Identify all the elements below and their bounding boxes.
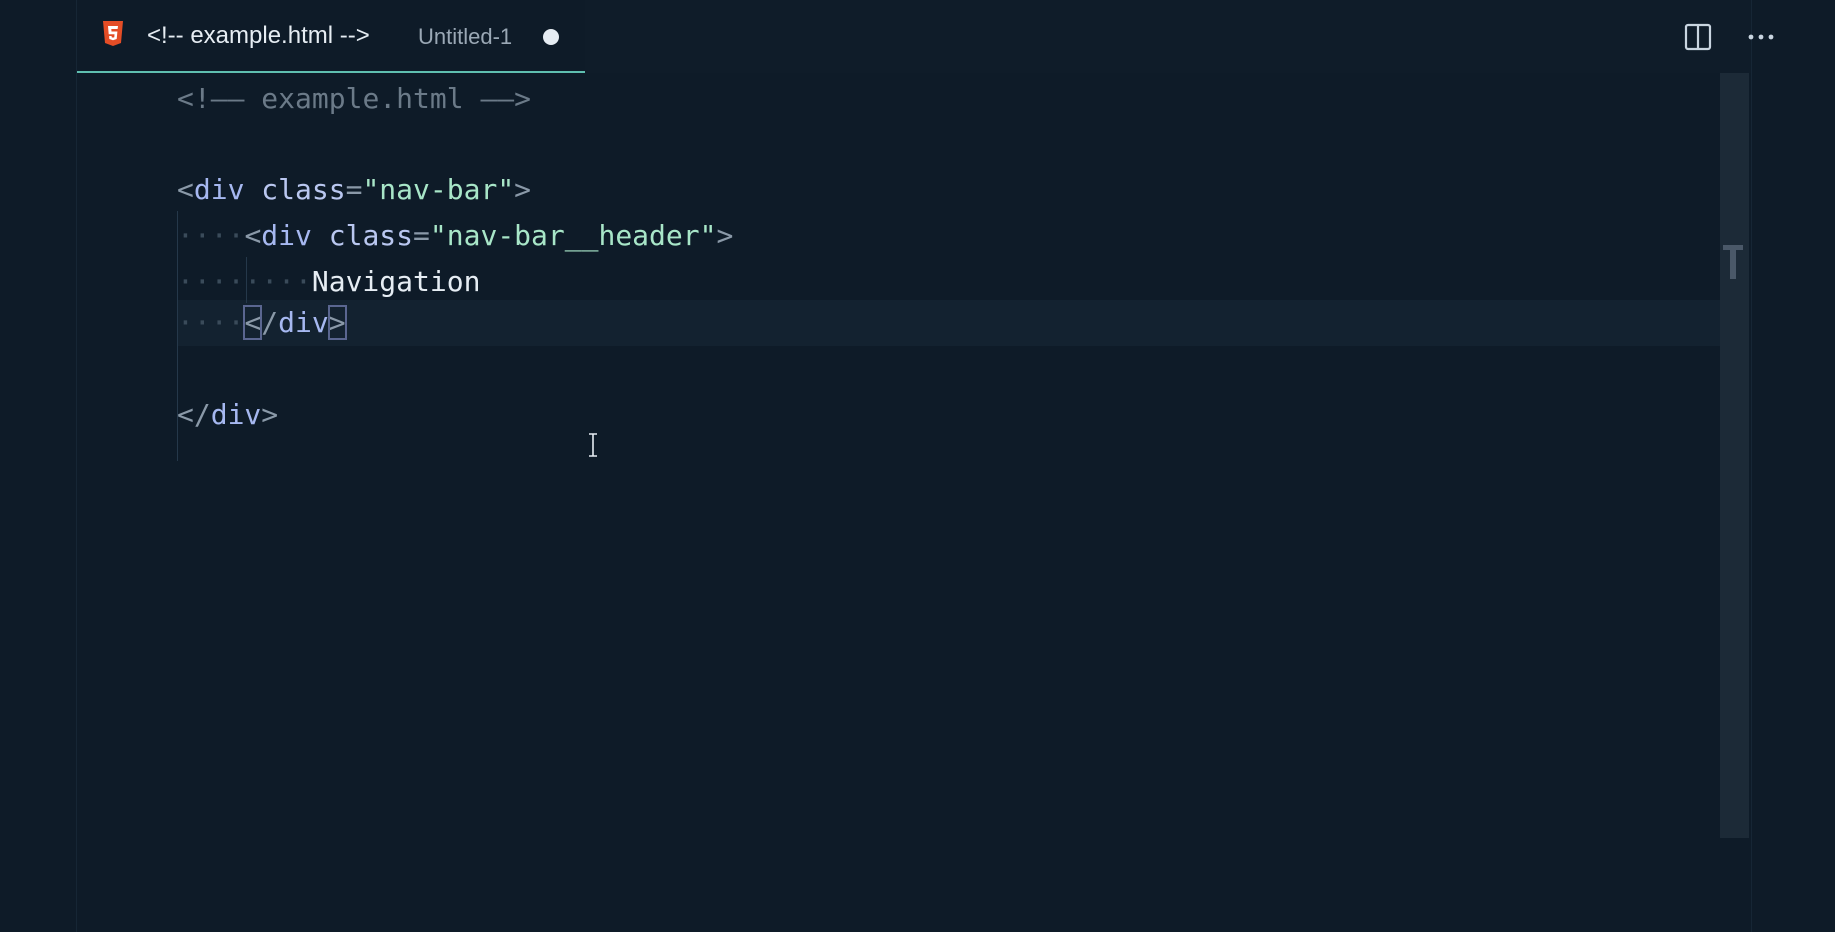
code-line-4: ····<div class="nav-bar__header"> xyxy=(177,213,733,259)
attr-equals: = xyxy=(413,219,430,252)
comment-open: <!—— xyxy=(177,82,245,115)
tag-name: div xyxy=(193,173,245,206)
text-cursor-icon xyxy=(584,432,602,458)
tag-open-bracket: < xyxy=(244,219,262,252)
html5-icon xyxy=(101,20,125,48)
attr-name: class xyxy=(244,173,346,206)
vertical-scrollbar[interactable] xyxy=(1720,73,1749,838)
activity-gutter xyxy=(0,0,77,932)
attr-name: class xyxy=(311,219,414,252)
code-line-6: ····</div> xyxy=(177,300,347,346)
indent-whitespace: ········ xyxy=(177,265,312,298)
tab-bar: <!-- example.html --> Untitled-1 xyxy=(77,0,1774,73)
code-line-1: <!—— example.html ——> xyxy=(177,76,531,122)
code-line-5: ········Navigation xyxy=(177,259,480,305)
code-editor[interactable]: <!—— example.html ——> <div class="nav-ba… xyxy=(77,73,1720,932)
comment-close: ——> xyxy=(480,82,532,115)
minimap-marker-icon xyxy=(1723,245,1743,279)
tag-name: div xyxy=(210,398,262,431)
tag-name: div xyxy=(278,306,329,339)
attr-value: "nav-bar__header" xyxy=(429,219,717,252)
closing-slash: / xyxy=(261,306,279,339)
tag-close-bracket: > xyxy=(514,173,532,206)
matched-bracket-close: > xyxy=(327,305,347,340)
attr-equals: = xyxy=(345,173,363,206)
comment-text: example.html xyxy=(244,82,481,115)
tag-name: div xyxy=(261,219,312,252)
text-content: Navigation xyxy=(311,265,481,298)
indent-whitespace: ···· xyxy=(177,306,245,339)
current-line-highlight xyxy=(177,300,1720,346)
editor-tab[interactable]: <!-- example.html --> Untitled-1 xyxy=(77,0,585,73)
more-actions-icon[interactable] xyxy=(1741,20,1781,54)
tab-description: Untitled-1 xyxy=(418,24,513,49)
indent-whitespace: ···· xyxy=(177,219,245,252)
tag-open-bracket: < xyxy=(177,398,194,431)
tag-close-bracket: > xyxy=(261,398,279,431)
tag-open-bracket: < xyxy=(177,173,194,206)
attr-value: "nav-bar" xyxy=(362,173,515,206)
unsaved-dot-icon[interactable] xyxy=(543,29,559,45)
matched-bracket-open: < xyxy=(243,305,263,340)
split-editor-icon[interactable] xyxy=(1681,20,1715,54)
tab-title: <!-- example.html --> xyxy=(147,22,370,49)
editor-window: <!-- example.html --> Untitled-1 <!—— ex… xyxy=(0,0,1835,932)
closing-slash: / xyxy=(193,398,211,431)
code-line-3: <div class="nav-bar"> xyxy=(177,167,531,213)
right-gutter xyxy=(1751,0,1835,932)
tag-close-bracket: > xyxy=(716,219,734,252)
code-line-8: </div> xyxy=(177,392,278,438)
